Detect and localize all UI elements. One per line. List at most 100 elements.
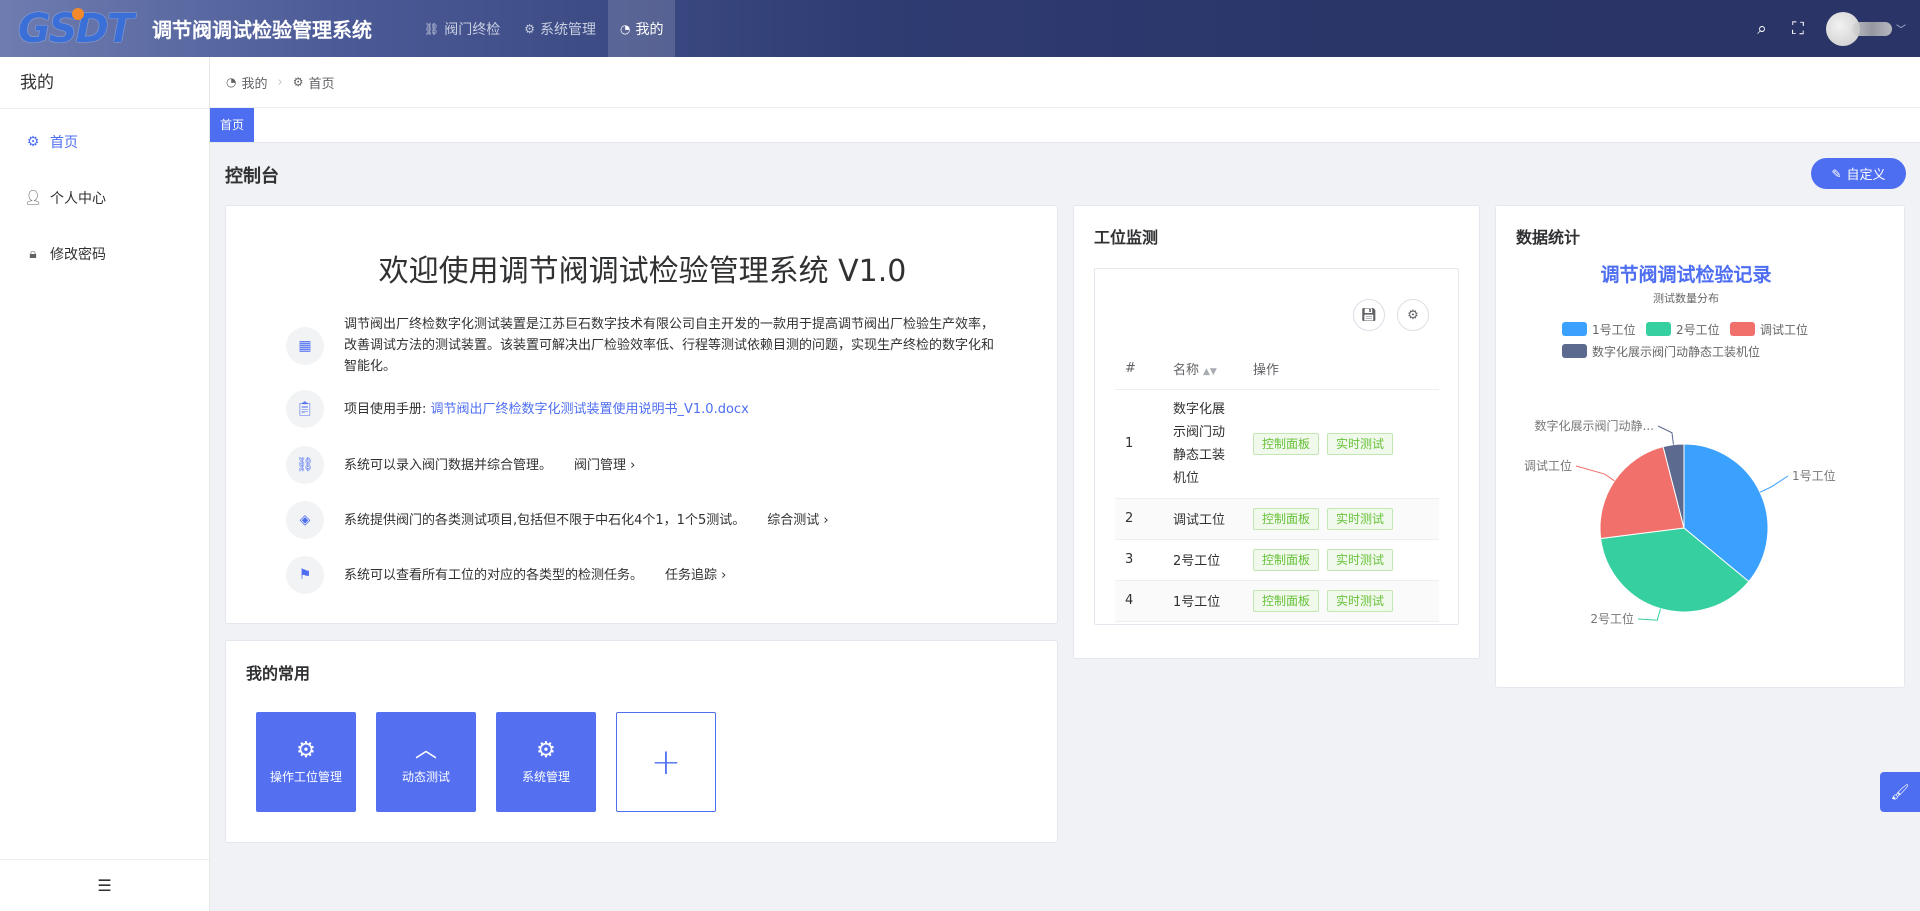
favorite-label: 动态测试: [401, 769, 450, 784]
sidebar-item-label: 个人中心: [50, 191, 106, 207]
favorites-title: 我的常用: [246, 664, 311, 683]
welcome-title: 欢迎使用调节阀调试检验管理系统 V1.0: [378, 254, 907, 289]
table-row: 1 数字化展示阀门动静态工装机位 控制面板 实时测试: [1115, 389, 1439, 499]
legend-label[interactable]: 2号工位: [1676, 322, 1720, 337]
gear-icon: ⚙: [292, 75, 304, 89]
pie-leader-line: [1637, 608, 1662, 621]
sidebar-item-profile[interactable]: 👤︎ 个人中心: [0, 170, 209, 226]
feature-valve-management: ⛓ 系统可以录入阀门数据并综合管理。 阀门管理 ›: [286, 446, 1006, 484]
manual-link[interactable]: 调节阀出厂终检数字化测试装置使用说明书_V1.0.docx: [431, 402, 749, 417]
topnav-item-system[interactable]: ⚙ 系统管理: [512, 0, 608, 57]
header-actions: ⌕ ⛶ ﹀: [1744, 0, 1920, 57]
user-icon: 👤︎: [24, 190, 42, 206]
pie-slices: [1599, 443, 1769, 613]
topnav-label: 阀门终检: [444, 21, 501, 38]
nav-label: 任务追踪: [665, 567, 718, 583]
legend-label[interactable]: 数字化展示阀门动静态工装机位: [1592, 344, 1760, 359]
logo: GSDT: [0, 0, 150, 57]
fullscreen-icon[interactable]: ⛶: [1780, 19, 1816, 39]
sort-icon[interactable]: ▲▼: [1203, 367, 1217, 377]
legend-swatch[interactable]: [1562, 322, 1587, 336]
valve-management-link[interactable]: 阀门管理 ›: [574, 458, 635, 473]
edit-icon: ✎: [1831, 166, 1842, 181]
pie-slice-label: 2号工位: [1590, 611, 1634, 626]
feature-text: 系统可以查看所有工位的对应的各类型的检测任务。 任务追踪 ›: [344, 565, 726, 586]
row-index: 4: [1115, 580, 1163, 622]
realtime-test-button[interactable]: 实时测试: [1327, 589, 1394, 612]
gear-icon: ⚙: [536, 737, 556, 763]
app-title: 调节阀调试检验管理系统: [152, 18, 372, 42]
legend-label[interactable]: 调试工位: [1760, 322, 1808, 337]
feature-task-tracking: ⚑ 系统可以查看所有工位的对应的各类型的检测任务。 任务追踪 ›: [286, 556, 1006, 594]
welcome-card: 欢迎使用调节阀调试检验管理系统 V1.0 ▦ 调节阀出厂终检数字化测试装置是江苏…: [225, 205, 1058, 624]
realtime-test-button[interactable]: 实时测试: [1327, 507, 1394, 530]
sidebar-collapse-icon[interactable]: ☰: [0, 859, 209, 911]
realtime-test-button[interactable]: 实时测试: [1327, 432, 1394, 455]
legend-swatch[interactable]: [1646, 322, 1671, 336]
top-header: GSDT 调节阀调试检验管理系统 ⛓ 阀门终检 ⚙ 系统管理 ◔ 我的 ⌕ ⛶ …: [0, 0, 1920, 57]
realtime-test-button[interactable]: 实时测试: [1327, 548, 1394, 571]
top-nav: ⛓ 阀门终检 ⚙ 系统管理 ◔ 我的: [412, 0, 676, 57]
manual-text: 项目使用手册: 调节阀出厂终检数字化测试装置使用说明书_V1.0.docx: [344, 399, 749, 420]
control-panel-button[interactable]: 控制面板: [1253, 548, 1320, 571]
tag-home[interactable]: 首页: [210, 108, 255, 142]
link-icon: ⛓: [424, 21, 440, 36]
row-name: 数字化展示阀门动静态工装机位: [1163, 389, 1243, 499]
topnav-item-mine[interactable]: ◔ 我的: [608, 0, 676, 57]
customize-button[interactable]: ✎ 自定义: [1811, 158, 1906, 189]
breadcrumb-root[interactable]: 我的: [241, 73, 267, 92]
control-panel-button[interactable]: 控制面板: [1253, 589, 1320, 612]
control-panel-button[interactable]: 控制面板: [1253, 507, 1320, 530]
sidebar-title: 我的: [0, 57, 209, 109]
legend-swatch[interactable]: [1730, 322, 1755, 336]
gear-icon[interactable]: ⚙: [1397, 299, 1429, 331]
col-name[interactable]: 名称 ▲▼: [1163, 349, 1243, 390]
topnav-label: 我的: [635, 21, 664, 38]
comprehensive-test-link[interactable]: 综合测试 ›: [767, 513, 828, 528]
dashboard-icon: ◔: [226, 75, 237, 89]
feature-text: 系统提供阀门的各类测试项目,包括但不限于中石化4个1，1个5测试。 综合测试 ›: [344, 510, 829, 531]
table-row: 2 调试工位 控制面板 实时测试: [1115, 498, 1439, 540]
sidebar-item-home[interactable]: ⚙ 首页: [0, 114, 209, 170]
legend-swatch[interactable]: [1562, 344, 1587, 358]
chevron-down-icon[interactable]: ﹀: [1896, 21, 1906, 36]
topnav-item-valve-check[interactable]: ⛓ 阀门终检: [412, 0, 512, 57]
feedback-icon[interactable]: 🖌︎: [1880, 772, 1920, 812]
chart-legend: 1号工位 2号工位 调试工位数字化展示阀门动静态工装机位: [1562, 322, 1808, 359]
add-favorite-button[interactable]: +: [616, 712, 716, 812]
legend-label[interactable]: 1号工位: [1592, 322, 1636, 337]
pie-chart: 调节阀调试检验记录 测试数量分布 1号工位 2号工位 调试工位数字化展示阀门动静态工…: [1524, 263, 1836, 626]
pie-slice-label: 1号工位: [1792, 468, 1836, 483]
dashboard-icon: ◔: [620, 21, 631, 36]
feature-description: 系统提供阀门的各类测试项目,包括但不限于中石化4个1，1个5测试。: [344, 512, 746, 528]
row-actions: 控制面板 实时测试: [1243, 498, 1439, 540]
favorite-label: 系统管理: [521, 769, 570, 784]
favorite-station-management[interactable]: ⚙ 操作工位管理: [256, 712, 356, 812]
feature-intro: ▦ 调节阀出厂终检数字化测试装置是江苏巨石数字技术有限公司自主开发的一款用于提高…: [286, 314, 1006, 377]
col-index: #: [1115, 349, 1163, 390]
sidebar-item-change-password[interactable]: 🔒︎ 修改密码: [0, 226, 209, 282]
chart-subtitle: 测试数量分布: [1653, 292, 1719, 305]
favorite-system-management[interactable]: ⚙ 系统管理: [496, 712, 596, 812]
pie-leader-line: [1575, 465, 1615, 482]
breadcrumb-separator-icon: ›: [277, 74, 283, 90]
row-actions: 控制面板 实时测试: [1243, 389, 1439, 499]
favorite-dynamic-test[interactable]: ︿ 动态测试: [376, 712, 476, 812]
row-name: 2号工位: [1163, 539, 1243, 581]
gear-icon: ⚙: [296, 737, 316, 763]
save-icon[interactable]: 💾︎: [1353, 299, 1385, 331]
task-tracking-link[interactable]: 任务追踪 ›: [665, 568, 726, 583]
feature-description: 系统可以录入阀门数据并综合管理。: [344, 457, 553, 473]
layers-icon: ◈: [286, 501, 324, 539]
chevron-up-icon: ︿: [414, 737, 437, 763]
search-icon[interactable]: ⌕: [1744, 19, 1780, 39]
sidebar-item-label: 修改密码: [50, 247, 106, 263]
row-actions: 控制面板 实时测试: [1243, 580, 1439, 622]
user-name-blurred[interactable]: [1852, 21, 1892, 36]
feature-manual: 📋︎ 项目使用手册: 调节阀出厂终检数字化测试装置使用说明书_V1.0.docx: [286, 390, 1006, 428]
breadcrumb: ◔ 我的 › ⚙ 首页: [210, 57, 1920, 108]
gear-icon: ⚙: [524, 21, 535, 36]
control-panel-button[interactable]: 控制面板: [1253, 432, 1320, 455]
station-table: # 名称 ▲▼ 操作 1 数字化展示阀门动静态工装机位 控制面板 实时测试 2 调试…: [1115, 349, 1439, 622]
col-name-label: 名称: [1173, 363, 1200, 379]
